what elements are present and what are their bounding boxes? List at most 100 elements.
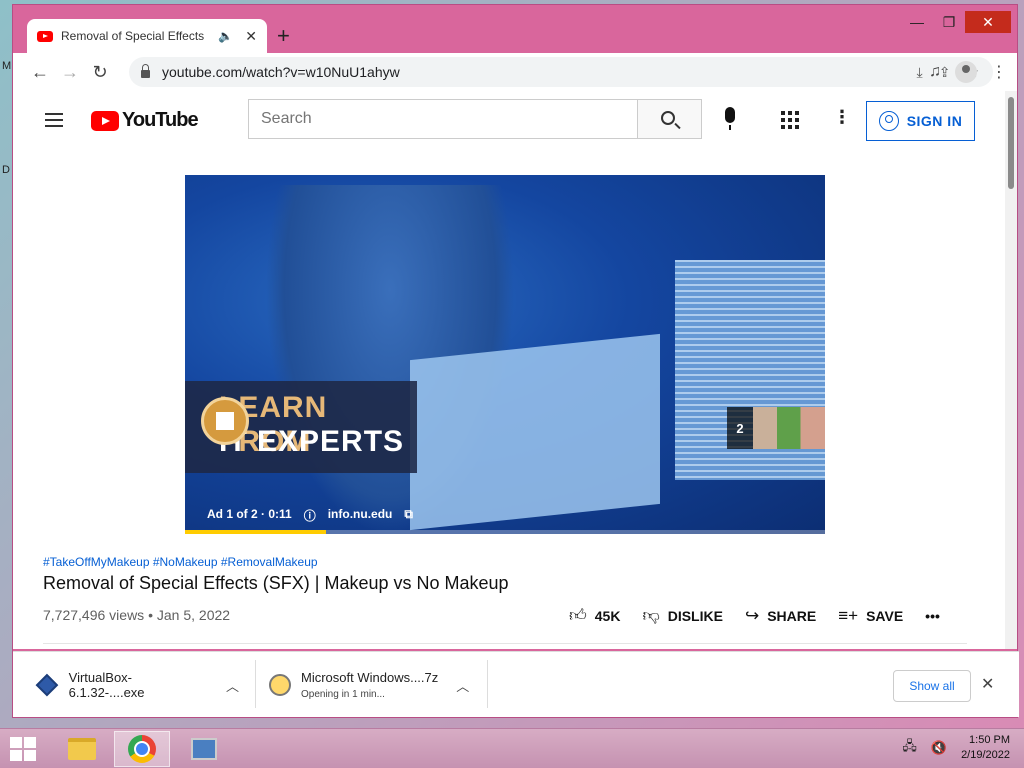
lock-icon[interactable]	[141, 64, 150, 78]
divider	[43, 643, 967, 644]
reload-icon[interactable]: ↻	[85, 62, 115, 83]
search-icon	[661, 111, 675, 125]
video-title: Removal of Special Effects (SFX) | Makeu…	[43, 573, 509, 593]
video-meta: 7,727,496 views • Jan 5, 2022	[43, 607, 230, 623]
video-hashtags[interactable]: #TakeOffMyMakeup #NoMakeup #RemovalMakeu…	[43, 555, 318, 569]
playlist-add-icon: ≡+	[838, 605, 859, 625]
download-filename: VirtualBox-6.1.32-....exe	[68, 670, 145, 700]
chevron-up-icon[interactable]: ︿	[226, 676, 239, 695]
ad-queue-count[interactable]: 2	[727, 407, 753, 449]
taskbar-file-explorer[interactable]	[54, 731, 110, 767]
close-window-button[interactable]: ✕	[965, 11, 1011, 33]
download-shelf: VirtualBox-6.1.32-....exe ︿ Microsoft Wi…	[13, 651, 1019, 717]
download-filename: Microsoft Windows....7z	[301, 670, 439, 685]
install-icon[interactable]: ⤓	[917, 64, 923, 81]
video-actions: 👍︎ 45K 👎︎ DISLIKE ↪ SHARE ≡+ SAVE •••	[569, 605, 940, 626]
thumbs-up-icon: 👍︎	[569, 606, 587, 625]
external-link-icon[interactable]: ⧉	[404, 507, 413, 524]
browser-toolbar: ← → ↻ youtube.com/watch?v=w10NuU1ahyw ⤓ …	[13, 53, 1017, 91]
view-count: 7,727,496 views	[43, 607, 145, 623]
more-options-icon[interactable]: ⋮	[833, 107, 851, 128]
new-tab-button[interactable]: +	[277, 23, 290, 49]
system-tray: 🖧 🔇 1:50 PM 2/19/2022	[902, 733, 1010, 763]
download-status: Opening in 1 min...	[301, 689, 385, 700]
chevron-up-icon[interactable]: ︿	[456, 676, 469, 695]
show-all-downloads-button[interactable]: Show all	[893, 670, 971, 702]
sign-in-button[interactable]: SIGN IN	[866, 101, 975, 141]
windows-start-icon[interactable]	[10, 737, 36, 761]
taskbar-network-app[interactable]	[176, 731, 232, 767]
maximize-button[interactable]: ❐	[933, 11, 965, 33]
browser-tab[interactable]: Removal of Special Effects (SFX) | Makeu…	[27, 19, 267, 53]
minimize-button[interactable]: —	[901, 11, 933, 33]
chrome-window: Removal of Special Effects (SFX) | Makeu…	[12, 4, 1019, 718]
like-button[interactable]: 👍︎ 45K	[569, 605, 620, 626]
microphone-icon[interactable]	[725, 107, 735, 130]
account-circle-icon	[878, 111, 899, 131]
divider	[255, 660, 256, 708]
folder-icon	[68, 738, 96, 760]
close-shelf-icon[interactable]: ✕	[981, 674, 994, 694]
address-bar[interactable]: youtube.com/watch?v=w10NuU1ahyw ⤓ ⇪ ☆	[129, 57, 993, 87]
search-box[interactable]	[248, 99, 638, 139]
apps-grid-icon[interactable]	[781, 111, 799, 129]
desktop-icon-label[interactable]: D	[2, 164, 10, 176]
divider	[487, 660, 488, 708]
taskbar-chrome[interactable]	[114, 731, 170, 767]
volume-muted-icon[interactable]: 🔇	[931, 740, 947, 756]
share-arrow-icon: ↪	[744, 605, 760, 625]
ad-progress-fill	[185, 530, 326, 534]
close-tab-icon[interactable]: ✕	[245, 28, 257, 45]
thumbs-down-icon: 👎︎	[642, 606, 660, 625]
url-text[interactable]: youtube.com/watch?v=w10NuU1ahyw	[162, 64, 400, 80]
download-text: Microsoft Windows....7z Opening in 1 min…	[301, 670, 438, 700]
share-label: SHARE	[767, 607, 817, 624]
chrome-menu-icon[interactable]: ⋮	[991, 62, 1007, 82]
more-horizontal-icon: •••	[925, 607, 940, 624]
window-controls: — ❐ ✕	[901, 11, 1011, 33]
youtube-logo[interactable]: YouTube	[91, 109, 199, 132]
university-seal-icon	[201, 397, 249, 445]
ad-status: Ad 1 of 2 · 0:11	[207, 507, 292, 521]
download-item[interactable]: Microsoft Windows....7z Opening in 1 min…	[269, 662, 479, 708]
forward-arrow-icon[interactable]: →	[55, 62, 85, 83]
profile-avatar-icon[interactable]	[955, 61, 977, 83]
hamburger-menu-icon[interactable]	[45, 113, 63, 127]
youtube-play-icon	[91, 110, 119, 131]
media-control-icon[interactable]: ♫	[929, 63, 941, 81]
taskbar-clock[interactable]: 1:50 PM 2/19/2022	[961, 733, 1010, 763]
download-item[interactable]: VirtualBox-6.1.32-....exe ︿	[35, 662, 239, 708]
dislike-label: DISLIKE	[667, 607, 723, 624]
desktop-icon-label[interactable]: M	[2, 60, 11, 72]
ad-info-bar: Ad 1 of 2 · 0:11 ⓘ info.nu.edu ⧉	[207, 507, 413, 524]
tab-strip: Removal of Special Effects (SFX) | Makeu…	[13, 5, 1017, 53]
save-label: SAVE	[866, 607, 904, 624]
ad-info-icon[interactable]: ⓘ	[304, 507, 316, 524]
page-scrollbar[interactable]	[1005, 91, 1017, 649]
network-icon[interactable]: 🖧	[902, 737, 917, 759]
share-button[interactable]: ↪ SHARE	[745, 606, 816, 626]
chrome-icon	[128, 735, 156, 763]
youtube-page: YouTube ⋮ SIGN IN LEARN FROM IT EXPERTS	[13, 91, 1005, 649]
sign-in-label: SIGN IN	[906, 113, 963, 129]
search-input[interactable]	[261, 110, 625, 128]
windows-taskbar: 🖧 🔇 1:50 PM 2/19/2022	[0, 728, 1024, 768]
video-player[interactable]: LEARN FROM IT EXPERTS 2 Ad 1 of 2 · 0:11…	[185, 175, 825, 534]
computer-network-icon	[191, 738, 217, 760]
up-next-thumbnail[interactable]	[753, 407, 825, 449]
ad-progress-bar[interactable]	[185, 530, 825, 534]
scrollbar-thumb[interactable]	[1008, 97, 1014, 189]
search-button[interactable]	[638, 99, 702, 139]
meta-separator: •	[144, 607, 157, 623]
more-actions-button[interactable]: •••	[925, 608, 940, 624]
save-button[interactable]: ≡+ SAVE	[838, 606, 903, 626]
ad-overlay-banner: LEARN FROM IT EXPERTS	[185, 381, 417, 473]
upload-date: Jan 5, 2022	[156, 607, 231, 623]
speaker-icon[interactable]: 🔈	[218, 29, 233, 43]
dislike-button[interactable]: 👎︎ DISLIKE	[642, 605, 723, 626]
tab-title: Removal of Special Effects (SFX) | Makeu…	[61, 29, 208, 43]
clock-time: 1:50 PM	[969, 734, 1010, 746]
ad-advertiser-link[interactable]: info.nu.edu	[328, 507, 393, 524]
back-arrow-icon[interactable]: ←	[25, 62, 55, 83]
youtube-wordmark: YouTube	[122, 109, 199, 131]
